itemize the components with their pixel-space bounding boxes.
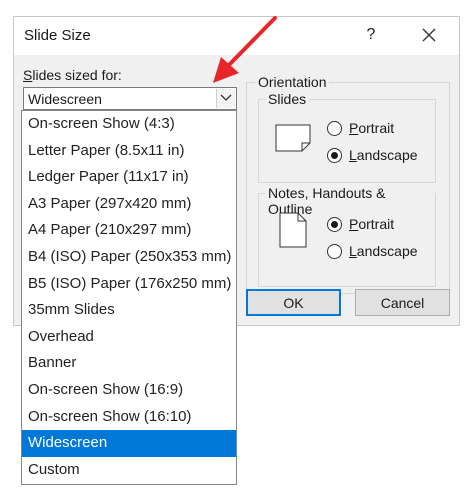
notes-portrait-label: Portrait [349,216,395,232]
annotation-arrow [213,16,277,83]
close-icon [422,28,436,42]
slides-landscape-option[interactable]: Landscape [327,147,418,163]
slides-landscape-radio[interactable] [327,147,342,163]
slides-portrait-label: Portrait [349,120,395,136]
cancel-button[interactable]: Cancel [355,289,450,316]
combobox-dropdown-button[interactable] [216,89,235,108]
slides-sized-for-label: Slides sized for: [23,67,122,83]
notes-portrait-radio[interactable] [327,216,342,232]
dropdown-item[interactable]: B5 (ISO) Paper (176x250 mm) [22,271,236,298]
slide-size-combobox[interactable]: Widescreen [23,87,237,110]
dropdown-item[interactable]: A4 Paper (210x297 mm) [22,217,236,244]
slides-portrait-radio[interactable] [327,120,342,136]
slides-portrait-option[interactable]: Portrait [327,120,394,136]
help-button[interactable]: ? [360,24,382,46]
slides-label: Slides [265,91,310,107]
dropdown-item[interactable]: On-screen Show (16:9) [22,377,236,404]
notes-portrait-option[interactable]: Portrait [327,216,394,232]
dropdown-item[interactable]: A3 Paper (297x420 mm) [22,191,236,218]
notes-landscape-radio[interactable] [327,243,342,259]
dropdown-item[interactable]: On-screen Show (4:3) [22,111,236,138]
dropdown-item[interactable]: Overhead [22,324,236,351]
dropdown-item[interactable]: 35mm Slides [22,297,236,324]
notes-landscape-option[interactable]: Landscape [327,243,418,259]
notes-orientation-group: Notes, Handouts & Outline Portrait Lands… [258,185,436,287]
landscape-page-icon [275,124,311,152]
dialog-title: Slide Size [24,27,91,44]
notes-landscape-label: Landscape [349,243,418,259]
chevron-down-icon [220,94,232,101]
dropdown-item[interactable]: Custom [22,457,236,484]
slide-size-dropdown-list: On-screen Show (4:3) Letter Paper (8.5x11… [21,110,237,485]
dropdown-item[interactable]: Ledger Paper (11x17 in) [22,164,236,191]
combobox-value: Widescreen [28,91,102,107]
dropdown-item[interactable]: On-screen Show (16:10) [22,404,236,431]
portrait-page-icon [279,212,307,248]
dropdown-item[interactable]: B4 (ISO) Paper (250x353 mm) [22,244,236,271]
dropdown-item[interactable]: Letter Paper (8.5x11 in) [22,138,236,165]
slides-landscape-label: Landscape [349,147,418,163]
dropdown-item[interactable]: Banner [22,350,236,377]
slides-orientation-group: Slides Portrait Landscape [258,91,436,183]
close-button[interactable] [418,24,440,46]
ok-button[interactable]: OK [246,289,341,316]
dropdown-item[interactable]: Widescreen [22,430,236,457]
